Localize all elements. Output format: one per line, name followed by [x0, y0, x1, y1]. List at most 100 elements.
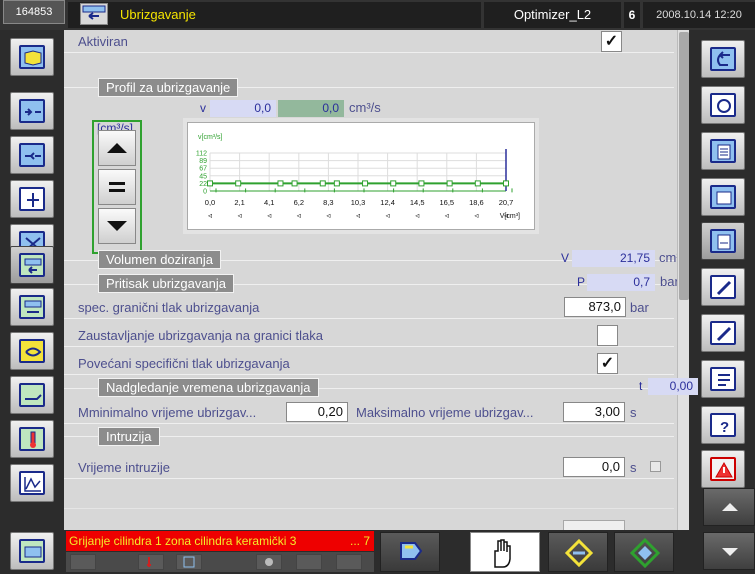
alarm-text: Grijanje cilindra 1 zona cilindra kerami…: [69, 534, 297, 548]
monitoring-button[interactable]: [701, 86, 745, 124]
spec-pressure-input[interactable]: 873,0: [564, 297, 626, 317]
chart-point: [446, 180, 453, 187]
pressure-unit: bar: [660, 274, 679, 289]
stop-row: Zaustavljanje ubrizgavanja na granici tl…: [64, 324, 674, 347]
mold-button[interactable]: [10, 38, 54, 76]
intrusion-time-unit: s: [630, 460, 637, 475]
semi-auto-icon: [564, 538, 594, 568]
clamp-open-button[interactable]: [10, 92, 54, 130]
activated-checkbox[interactable]: ✓: [601, 31, 622, 52]
chart-point: [362, 180, 369, 187]
chart-point: [418, 180, 425, 187]
intrusion-next-input[interactable]: [563, 520, 625, 530]
min-time-label: Mminimalno vrijeme ubrizgav...: [78, 405, 257, 420]
time-readout: 0,00: [648, 378, 698, 395]
clamp-close-button[interactable]: [10, 136, 54, 174]
intrusion-time-input[interactable]: 0,0: [563, 457, 625, 477]
dosing-var: V: [561, 251, 570, 265]
setup-mode-icon: [400, 542, 423, 560]
scroll-down-button[interactable]: [703, 532, 755, 570]
back-button[interactable]: [701, 40, 745, 78]
injection-icon: [80, 3, 108, 25]
spec-pressure-label: spec. granični tlak ubrizgavanja: [78, 300, 260, 315]
profile-section-header: Profil za ubrizgavanje: [98, 78, 239, 97]
chart-marker-arrow: ◃: [238, 211, 242, 220]
chart-xtick-label: 4,1: [264, 198, 274, 207]
auto-mode-icon: [629, 537, 661, 569]
nozzle-button[interactable]: [10, 376, 54, 414]
chart-ytick-label: 112: [196, 151, 207, 158]
decrease-button[interactable]: [98, 208, 136, 244]
increased-pressure-label: Povećani specifični tlak ubrizgavanja: [78, 356, 290, 371]
chart-point: [390, 180, 397, 187]
statistics-button[interactable]: [701, 132, 745, 170]
ejector-button[interactable]: [10, 180, 54, 218]
scroll-up-button[interactable]: [703, 488, 755, 526]
equal-button[interactable]: [98, 169, 136, 205]
auto-mode-button[interactable]: [614, 532, 674, 572]
intrusion-enable-checkbox[interactable]: [650, 461, 661, 472]
max-time-label: Maksimalno vrijeme ubrizgav...: [356, 405, 534, 420]
injection-button[interactable]: [10, 246, 54, 284]
scrollbar-thumb[interactable]: [679, 32, 689, 300]
edit-button[interactable]: [701, 268, 745, 306]
chart-marker-arrow: ◃: [267, 211, 271, 220]
chart-marker-arrow: ◃: [474, 211, 478, 220]
production-button[interactable]: [701, 178, 745, 216]
chart-point: [235, 180, 242, 187]
alarm-button[interactable]: [701, 450, 745, 488]
status-motor-icon: [176, 554, 202, 570]
machine-home-button[interactable]: [10, 532, 54, 570]
document-button[interactable]: [701, 222, 745, 260]
page-title-box: Ubrizgavanje: [68, 2, 481, 28]
chart-xtick-label: 10,3: [351, 198, 366, 207]
machine-home-icon: [19, 539, 45, 563]
chart-point: [333, 180, 340, 187]
chart-marker-arrow: ◃: [356, 211, 360, 220]
chart-ytick-label: 67: [199, 166, 207, 173]
chart-ytick-label: 89: [199, 158, 207, 165]
chart-xtick-label: 16,5: [439, 198, 454, 207]
chart-marker-arrow: ◃: [326, 211, 330, 220]
min-time-input[interactable]: 0,20: [286, 402, 348, 422]
status-icon-1: [70, 554, 96, 570]
notes-button[interactable]: [701, 360, 745, 398]
alarm-count: ... 7: [349, 534, 370, 548]
graph-icon: [19, 471, 45, 495]
holding-button[interactable]: [10, 288, 54, 326]
graph-button[interactable]: [10, 464, 54, 502]
monitoring-icon: [710, 93, 736, 117]
max-time-input[interactable]: 3,00: [563, 402, 625, 422]
edit2-button[interactable]: [701, 314, 745, 352]
nozzle-icon: [19, 383, 45, 407]
help-button[interactable]: ?: [701, 406, 745, 444]
status-icon-6: [336, 554, 362, 570]
scrollbar[interactable]: [677, 30, 689, 530]
v-readout-1: 0,0: [210, 100, 276, 117]
stop-checkbox[interactable]: [597, 325, 618, 346]
setup-mode-button[interactable]: [380, 532, 440, 572]
status-clock-icon: [256, 554, 282, 570]
chevron-up-icon: [722, 503, 738, 511]
increased-pressure-checkbox[interactable]: ✓: [597, 353, 618, 374]
status-heater-icon: [138, 554, 164, 570]
pressure-section-header: Pritisak ubrizgavanja: [98, 274, 234, 293]
chart-point: [319, 180, 326, 187]
intrusion-time-label: Vrijeme intruzije: [78, 460, 170, 475]
semi-auto-button[interactable]: [548, 532, 608, 572]
activated-row: Aktiviran ✓: [64, 30, 674, 53]
alarm-message[interactable]: Grijanje cilindra 1 zona cilindra kerami…: [66, 531, 374, 551]
top-bar: 164853 Ubrizgavanje Optimizer_L2 6 2008.…: [0, 0, 755, 30]
manual-mode-button[interactable]: [470, 532, 540, 572]
v-unit: cm³/s: [349, 100, 381, 115]
chart-point: [291, 180, 298, 187]
increase-button[interactable]: [98, 130, 136, 166]
plasticizing-button[interactable]: [10, 332, 54, 370]
production-icon: [710, 185, 736, 209]
chart-xtick-label: 14,5: [410, 198, 425, 207]
chart-xtick-label: 2,1: [234, 198, 244, 207]
chart-marker-arrow: ◃: [297, 211, 301, 220]
temperature-button[interactable]: [10, 420, 54, 458]
time-limits-row: Mminimalno vrijeme ubrizgav... 0,20 Maks…: [64, 401, 674, 424]
spec-pressure-unit: bar: [630, 300, 649, 315]
